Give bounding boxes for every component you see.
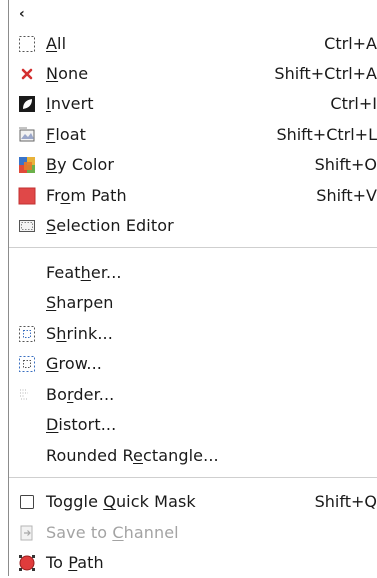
menu-item-label: By Color — [46, 155, 115, 174]
menu-item-to-path[interactable]: To Path — [0, 548, 377, 578]
menu-item-label: Toggle Quick Mask — [46, 492, 196, 511]
float-selection-icon — [19, 127, 35, 142]
menu-item-selection-editor[interactable]: Selection Editor — [0, 211, 377, 241]
menu-separator — [9, 477, 377, 478]
save-to-channel-icon — [20, 525, 33, 541]
invert-selection-icon — [19, 96, 35, 112]
menu-item-label: Distort... — [46, 415, 117, 434]
menu-item-feather[interactable]: Feather... — [0, 258, 377, 288]
menu-item-from-path[interactable]: From Path Shift+V — [0, 181, 377, 211]
menu-item-grow[interactable]: Grow... — [0, 349, 377, 379]
menu-item-label: From Path — [46, 186, 127, 205]
grow-selection-icon — [19, 356, 35, 372]
menu-item-sharpen[interactable]: Sharpen — [0, 288, 377, 318]
menu-item-label: Rounded Rectangle... — [46, 446, 219, 465]
menu-item-distort[interactable]: Distort... — [0, 410, 377, 440]
select-menu: ‹ All Ctrl+A None Shift+Ctrl+A Invert Ct… — [0, 0, 377, 576]
menu-item-shrink[interactable]: Shrink... — [0, 319, 377, 349]
menu-item-label: Save to Channel — [46, 523, 179, 542]
menu-item-invert[interactable]: Invert Ctrl+I — [0, 89, 377, 119]
shrink-selection-icon — [19, 326, 35, 342]
menu-item-label: Shrink... — [46, 324, 113, 343]
menu-item-none[interactable]: None Shift+Ctrl+A — [0, 59, 377, 89]
menu-item-label: Sharpen — [46, 293, 114, 312]
menu-item-shortcut: Shift+O — [314, 155, 377, 174]
menu-item-float[interactable]: Float Shift+Ctrl+L — [0, 120, 377, 150]
selection-editor-icon — [19, 220, 35, 232]
menu-item-label: Feather... — [46, 263, 122, 282]
menu-item-shortcut: Shift+Ctrl+A — [274, 64, 377, 83]
menu-item-toggle-quick-mask[interactable]: Toggle Quick Mask Shift+Q — [0, 487, 377, 517]
menu-item-label: Grow... — [46, 354, 102, 373]
menu-item-shortcut: Ctrl+I — [330, 94, 377, 113]
menu-item-by-color[interactable]: By Color Shift+O — [0, 150, 377, 180]
menu-item-label: All — [46, 34, 67, 53]
selection-from-path-icon — [18, 187, 36, 205]
menu-item-label: Border... — [46, 385, 115, 404]
checkbox-icon[interactable] — [18, 493, 36, 511]
select-by-color-icon — [19, 157, 35, 173]
back-chevron-icon[interactable]: ‹ — [19, 6, 25, 22]
border-selection-icon — [20, 389, 28, 400]
select-all-icon — [19, 36, 35, 52]
menu-item-all[interactable]: All Ctrl+A — [0, 29, 377, 59]
menu-item-shortcut: Shift+Ctrl+L — [276, 125, 377, 144]
menu-item-label: None — [46, 64, 89, 83]
menu-item-label: Float — [46, 125, 87, 144]
menu-item-shortcut: Shift+Q — [314, 492, 377, 511]
selection-to-path-icon — [19, 555, 35, 571]
menu-item-border[interactable]: Border... — [0, 380, 377, 410]
menu-separator — [9, 247, 377, 248]
menu-item-save-to-channel: Save to Channel — [0, 518, 377, 548]
menu-item-label: Selection Editor — [46, 216, 174, 235]
menu-item-label: To Path — [46, 553, 104, 572]
select-none-icon — [21, 68, 33, 80]
menu-item-shortcut: Shift+V — [316, 186, 377, 205]
menu-item-rounded-rectangle[interactable]: Rounded Rectangle... — [0, 441, 377, 471]
menu-item-label: Invert — [46, 94, 94, 113]
menu-item-shortcut: Ctrl+A — [324, 34, 377, 53]
